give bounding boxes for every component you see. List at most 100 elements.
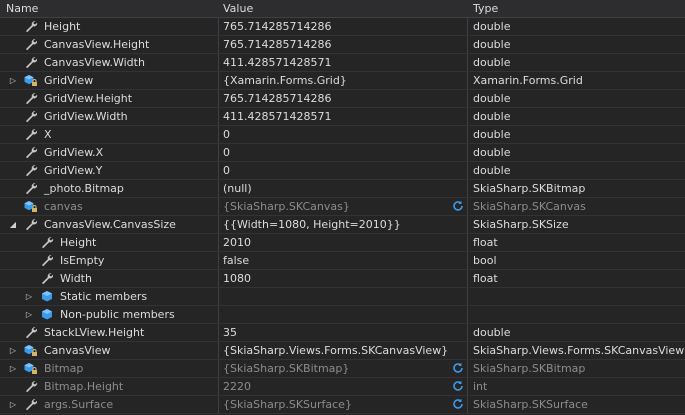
- value-cell[interactable]: 2220: [219, 378, 470, 395]
- value-cell[interactable]: {Xamarin.Forms.Grid}: [219, 72, 470, 89]
- table-row[interactable]: CanvasView.Height 765.714285714286 double: [0, 36, 685, 54]
- column-divider: [218, 342, 219, 359]
- header-value[interactable]: Value: [223, 2, 253, 15]
- header-name[interactable]: Name: [6, 2, 38, 15]
- refresh-icon[interactable]: [452, 398, 464, 410]
- table-row[interactable]: ◢ CanvasView.CanvasSize {{Width=1080, Heig…: [0, 216, 685, 234]
- value-cell[interactable]: [219, 288, 470, 305]
- column-divider: [467, 18, 468, 35]
- collapse-arrow-icon[interactable]: ◢: [8, 216, 18, 233]
- table-row[interactable]: ▷ GridView {Xamarin.Forms.Grid} Xamarin.For…: [0, 72, 685, 90]
- value-cell[interactable]: 765.714285714286: [219, 36, 470, 53]
- value-cell[interactable]: {SkiaSharp.Views.Forms.SKCanvasView}: [219, 342, 470, 359]
- table-row[interactable]: GridView.X 0 double: [0, 144, 685, 162]
- table-row[interactable]: ▷ args.Surface {SkiaSharp.SKSurface} SkiaSh…: [0, 396, 685, 414]
- value-cell[interactable]: 411.428571428571: [219, 54, 470, 71]
- value-cell[interactable]: 411.428571428571: [219, 108, 470, 125]
- wrench-icon: [24, 218, 38, 231]
- value-cell[interactable]: 1080: [219, 270, 470, 287]
- type-cell: Xamarin.Forms.Grid: [473, 74, 583, 87]
- object-lock-icon: [24, 200, 38, 213]
- expand-arrow-icon[interactable]: ▷: [8, 72, 18, 89]
- table-row[interactable]: CanvasView.Width 411.428571428571 double: [0, 54, 685, 72]
- value-cell[interactable]: {SkiaSharp.SKSurface}: [219, 396, 470, 413]
- row-name: Bitmap: [44, 362, 84, 375]
- table-row[interactable]: GridView.Y 0 double: [0, 162, 685, 180]
- row-name: Height: [44, 20, 81, 33]
- table-row[interactable]: canvas {SkiaSharp.SKCanvas} SkiaSharp.SKCa…: [0, 198, 685, 216]
- value-cell[interactable]: [219, 306, 470, 323]
- refresh-icon[interactable]: [452, 200, 464, 212]
- object-lock-icon: [24, 74, 38, 87]
- column-divider: [218, 378, 219, 395]
- value-cell[interactable]: 0: [219, 126, 470, 143]
- value-cell[interactable]: 2010: [219, 234, 470, 251]
- value-cell[interactable]: 765.714285714286: [219, 90, 470, 107]
- name-cell: ◢ CanvasView.CanvasSize: [0, 216, 218, 233]
- table-row[interactable]: ▷ CanvasView {SkiaSharp.Views.Forms.SKCanv…: [0, 342, 685, 360]
- column-divider: [218, 360, 219, 377]
- refresh-icon[interactable]: [452, 380, 464, 392]
- table-row[interactable]: ▷ Non-public members: [0, 306, 685, 324]
- value-cell[interactable]: {SkiaSharp.SKBitmap}: [219, 360, 470, 377]
- name-cell: Bitmap.Height: [0, 378, 218, 395]
- table-row[interactable]: Bitmap.Height 2220 int: [0, 378, 685, 396]
- expand-arrow-icon[interactable]: ▷: [8, 396, 18, 413]
- table-row[interactable]: _photo.Bitmap (null) SkiaSharp.SKBitmap: [0, 180, 685, 198]
- table-row[interactable]: IsEmpty false bool: [0, 252, 685, 270]
- name-cell: ▷ Bitmap: [0, 360, 218, 377]
- table-row[interactable]: ▷ Static members: [0, 288, 685, 306]
- row-name: args.Surface: [44, 398, 114, 411]
- type-cell: float: [473, 236, 498, 249]
- type-cell: SkiaSharp.SKBitmap: [473, 182, 586, 195]
- header-type[interactable]: Type: [473, 2, 498, 15]
- value-cell[interactable]: 35: [219, 324, 470, 341]
- table-row[interactable]: GridView.Height 765.714285714286 double: [0, 90, 685, 108]
- table-row[interactable]: ▷ Bitmap {SkiaSharp.SKBitmap} SkiaSharp.SKB…: [0, 360, 685, 378]
- expand-arrow-icon[interactable]: ▷: [24, 306, 34, 323]
- wrench-icon: [40, 236, 54, 249]
- object-lock-icon: [24, 344, 38, 357]
- column-divider: [218, 252, 219, 269]
- table-row[interactable]: Height 2010 float: [0, 234, 685, 252]
- value-cell[interactable]: 765.714285714286: [219, 18, 470, 35]
- value-cell[interactable]: 0: [219, 144, 470, 161]
- value-cell[interactable]: {{Width=1080, Height=2010}}: [219, 216, 470, 233]
- type-cell: int: [473, 380, 488, 393]
- expand-arrow-icon[interactable]: ▷: [8, 342, 18, 359]
- value-cell[interactable]: {SkiaSharp.SKCanvas}: [219, 198, 470, 215]
- type-cell: double: [473, 92, 511, 105]
- column-divider: [467, 108, 468, 125]
- name-cell: Height: [0, 18, 218, 35]
- row-name: CanvasView.CanvasSize: [44, 218, 176, 231]
- row-name: Height: [60, 236, 97, 249]
- column-divider: [218, 54, 219, 71]
- column-divider: [467, 36, 468, 53]
- column-divider: [218, 162, 219, 179]
- value-cell[interactable]: (null): [219, 180, 470, 197]
- wrench-icon: [24, 146, 38, 159]
- column-divider: [467, 162, 468, 179]
- row-name: CanvasView.Width: [44, 56, 145, 69]
- table-row[interactable]: X 0 double: [0, 126, 685, 144]
- name-cell: ▷ Static members: [0, 288, 218, 305]
- table-row[interactable]: GridView.Width 411.428571428571 double: [0, 108, 685, 126]
- column-divider: [218, 324, 219, 341]
- wrench-icon: [24, 182, 38, 195]
- column-divider: [218, 396, 219, 413]
- type-cell: SkiaSharp.SKBitmap: [473, 362, 586, 375]
- value-cell[interactable]: 0: [219, 162, 470, 179]
- column-divider: [467, 360, 468, 377]
- expand-arrow-icon[interactable]: ▷: [24, 288, 34, 305]
- name-cell: CanvasView.Height: [0, 36, 218, 53]
- refresh-icon[interactable]: [452, 362, 464, 374]
- row-name: Non-public members: [60, 308, 175, 321]
- wrench-icon: [24, 110, 38, 123]
- value-cell[interactable]: false: [219, 252, 470, 269]
- column-divider: [467, 288, 468, 305]
- column-divider: [467, 234, 468, 251]
- table-row[interactable]: Width 1080 float: [0, 270, 685, 288]
- table-row[interactable]: Height 765.714285714286 double: [0, 18, 685, 36]
- expand-arrow-icon[interactable]: ▷: [8, 360, 18, 377]
- table-row[interactable]: StackLView.Height 35 double: [0, 324, 685, 342]
